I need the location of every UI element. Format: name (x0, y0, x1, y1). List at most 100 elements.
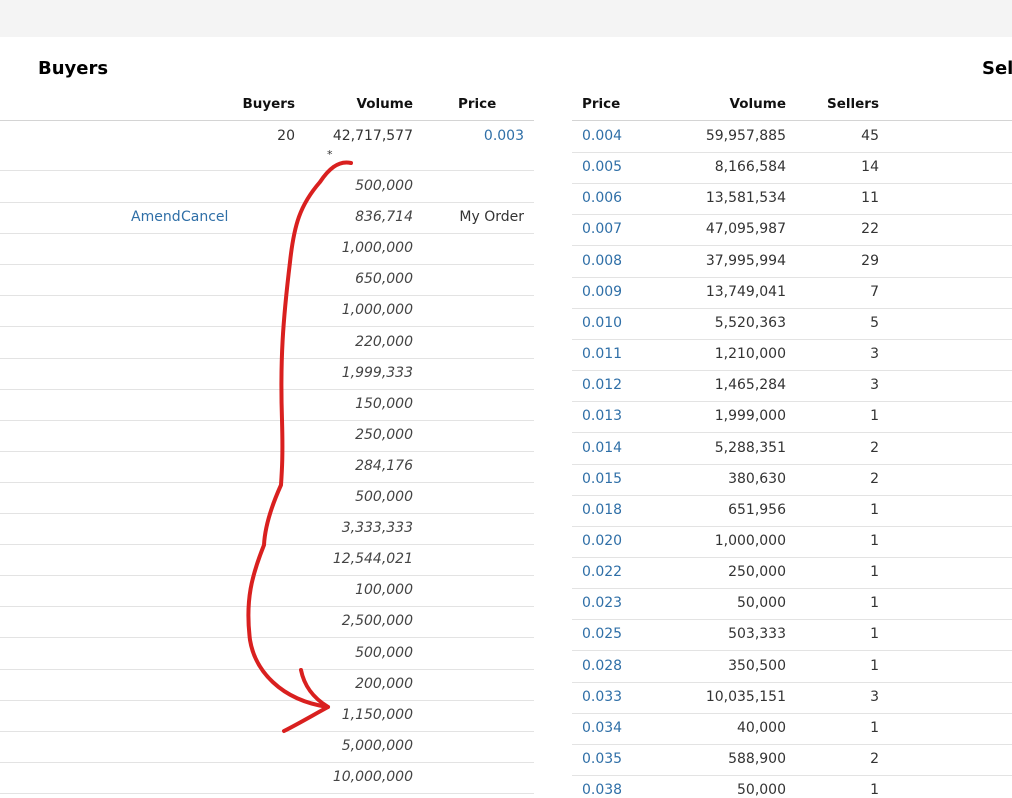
sellers-volume: 1,000,000 (714, 533, 786, 549)
sellers-price-link[interactable]: 0.004 (582, 127, 622, 145)
row-divider (572, 682, 1012, 683)
row-divider (572, 245, 1012, 246)
sellers-volume: 380,630 (728, 471, 786, 487)
sellers-count: 45 (861, 128, 879, 144)
buyers-order-volume: 284,176 (355, 458, 413, 474)
sellers-price-link[interactable]: 0.038 (582, 781, 622, 798)
sellers-count: 2 (870, 471, 879, 487)
buyers-order-volume: 1,000,000 (341, 240, 413, 256)
sellers-price-link[interactable]: 0.007 (582, 220, 622, 238)
row-divider (0, 669, 534, 670)
row-divider (0, 637, 534, 638)
row-divider (0, 793, 534, 794)
row-divider (0, 606, 534, 607)
buyers-header-divider (0, 120, 534, 121)
sellers-count: 5 (870, 315, 879, 331)
sellers-price-link[interactable]: 0.022 (582, 563, 622, 581)
row-divider (0, 202, 534, 203)
row-divider (572, 152, 1012, 153)
sellers-price-link[interactable]: 0.018 (582, 501, 622, 519)
cancel-link[interactable]: Cancel (181, 208, 228, 226)
buyers-order-volume: 1,999,333 (341, 365, 413, 381)
sellers-volume: 50,000 (737, 595, 786, 611)
buyers-order-volume: 500,000 (355, 178, 413, 194)
sellers-price-link[interactable]: 0.028 (582, 657, 622, 675)
buyers-col-header-price: Price (458, 96, 497, 112)
sellers-price-link[interactable]: 0.010 (582, 314, 622, 332)
row-divider (572, 495, 1012, 496)
row-divider (572, 401, 1012, 402)
row-divider (0, 170, 534, 171)
sellers-count: 2 (870, 751, 879, 767)
buyers-order-volume: 650,000 (355, 271, 413, 287)
sellers-price-link[interactable]: 0.023 (582, 594, 622, 612)
row-divider (572, 713, 1012, 714)
buyers-col-header-buyers: Buyers (242, 96, 295, 112)
sellers-count: 3 (870, 689, 879, 705)
sellers-volume: 50,000 (737, 782, 786, 798)
sellers-volume: 10,035,151 (705, 689, 786, 705)
sellers-volume: 40,000 (737, 720, 786, 736)
sellers-price-link[interactable]: 0.035 (582, 750, 622, 768)
row-divider (572, 588, 1012, 589)
sellers-price-link[interactable]: 0.025 (582, 625, 622, 643)
row-divider (572, 526, 1012, 527)
sellers-volume: 13,581,534 (705, 190, 786, 206)
sellers-price-link[interactable]: 0.006 (582, 189, 622, 207)
buyers-best-price-link[interactable]: 0.003 (440, 127, 524, 145)
sellers-price-link[interactable]: 0.012 (582, 376, 622, 394)
row-divider (572, 557, 1012, 558)
sellers-price-link[interactable]: 0.005 (582, 158, 622, 176)
row-divider (0, 451, 534, 452)
sellers-price-link[interactable]: 0.033 (582, 688, 622, 706)
row-divider (0, 731, 534, 732)
row-divider (0, 482, 534, 483)
buyers-total-volume: 42,717,577 (332, 128, 413, 144)
buyers-order-volume: 500,000 (355, 489, 413, 505)
sellers-price-link[interactable]: 0.008 (582, 252, 622, 270)
sellers-count: 11 (861, 190, 879, 206)
sellers-volume: 1,999,000 (714, 408, 786, 424)
row-divider (0, 264, 534, 265)
row-divider (0, 326, 534, 327)
row-divider (572, 650, 1012, 651)
buyers-order-volume: 150,000 (355, 396, 413, 412)
buyers-count: 20 (277, 128, 295, 144)
sellers-price-link[interactable]: 0.020 (582, 532, 622, 550)
buyers-order-volume: 3,333,333 (341, 520, 413, 536)
buyers-order-volume: 10,000,000 (332, 769, 413, 785)
sellers-count: 1 (870, 782, 879, 798)
sellers-volume: 59,957,885 (705, 128, 786, 144)
buyers-order-volume: 100,000 (355, 582, 413, 598)
sellers-volume: 651,956 (728, 502, 786, 518)
buyers-order-volume: 250,000 (355, 427, 413, 443)
row-divider (572, 744, 1012, 745)
sellers-volume: 250,000 (728, 564, 786, 580)
amend-link[interactable]: Amend (131, 208, 181, 226)
sellers-price-link[interactable]: 0.013 (582, 407, 622, 425)
sellers-col-header-volume: Volume (729, 96, 786, 112)
sellers-count: 1 (870, 626, 879, 642)
buyers-heading: Buyers (38, 58, 109, 79)
sellers-volume: 1,465,284 (714, 377, 786, 393)
sellers-price-link[interactable]: 0.034 (582, 719, 622, 737)
row-divider (572, 775, 1012, 776)
buyers-marker: * (327, 148, 333, 161)
sellers-price-link[interactable]: 0.015 (582, 470, 622, 488)
sellers-col-header-sellers: Sellers (827, 96, 879, 112)
buyers-order-volume: 12,544,021 (332, 551, 413, 567)
sellers-price-link[interactable]: 0.011 (582, 345, 622, 363)
my-order-label: My Order (459, 209, 524, 225)
sellers-count: 14 (861, 159, 879, 175)
sellers-price-link[interactable]: 0.009 (582, 283, 622, 301)
sellers-volume: 13,749,041 (705, 284, 786, 300)
sellers-volume: 47,095,987 (705, 221, 786, 237)
sellers-count: 29 (861, 253, 879, 269)
buyers-order-volume: 2,500,000 (341, 613, 413, 629)
row-divider (572, 183, 1012, 184)
buyers-order-volume: 5,000,000 (341, 738, 413, 754)
sellers-price-link[interactable]: 0.014 (582, 439, 622, 457)
sellers-volume: 5,288,351 (714, 440, 786, 456)
row-divider (572, 464, 1012, 465)
sellers-volume: 37,995,994 (705, 253, 786, 269)
